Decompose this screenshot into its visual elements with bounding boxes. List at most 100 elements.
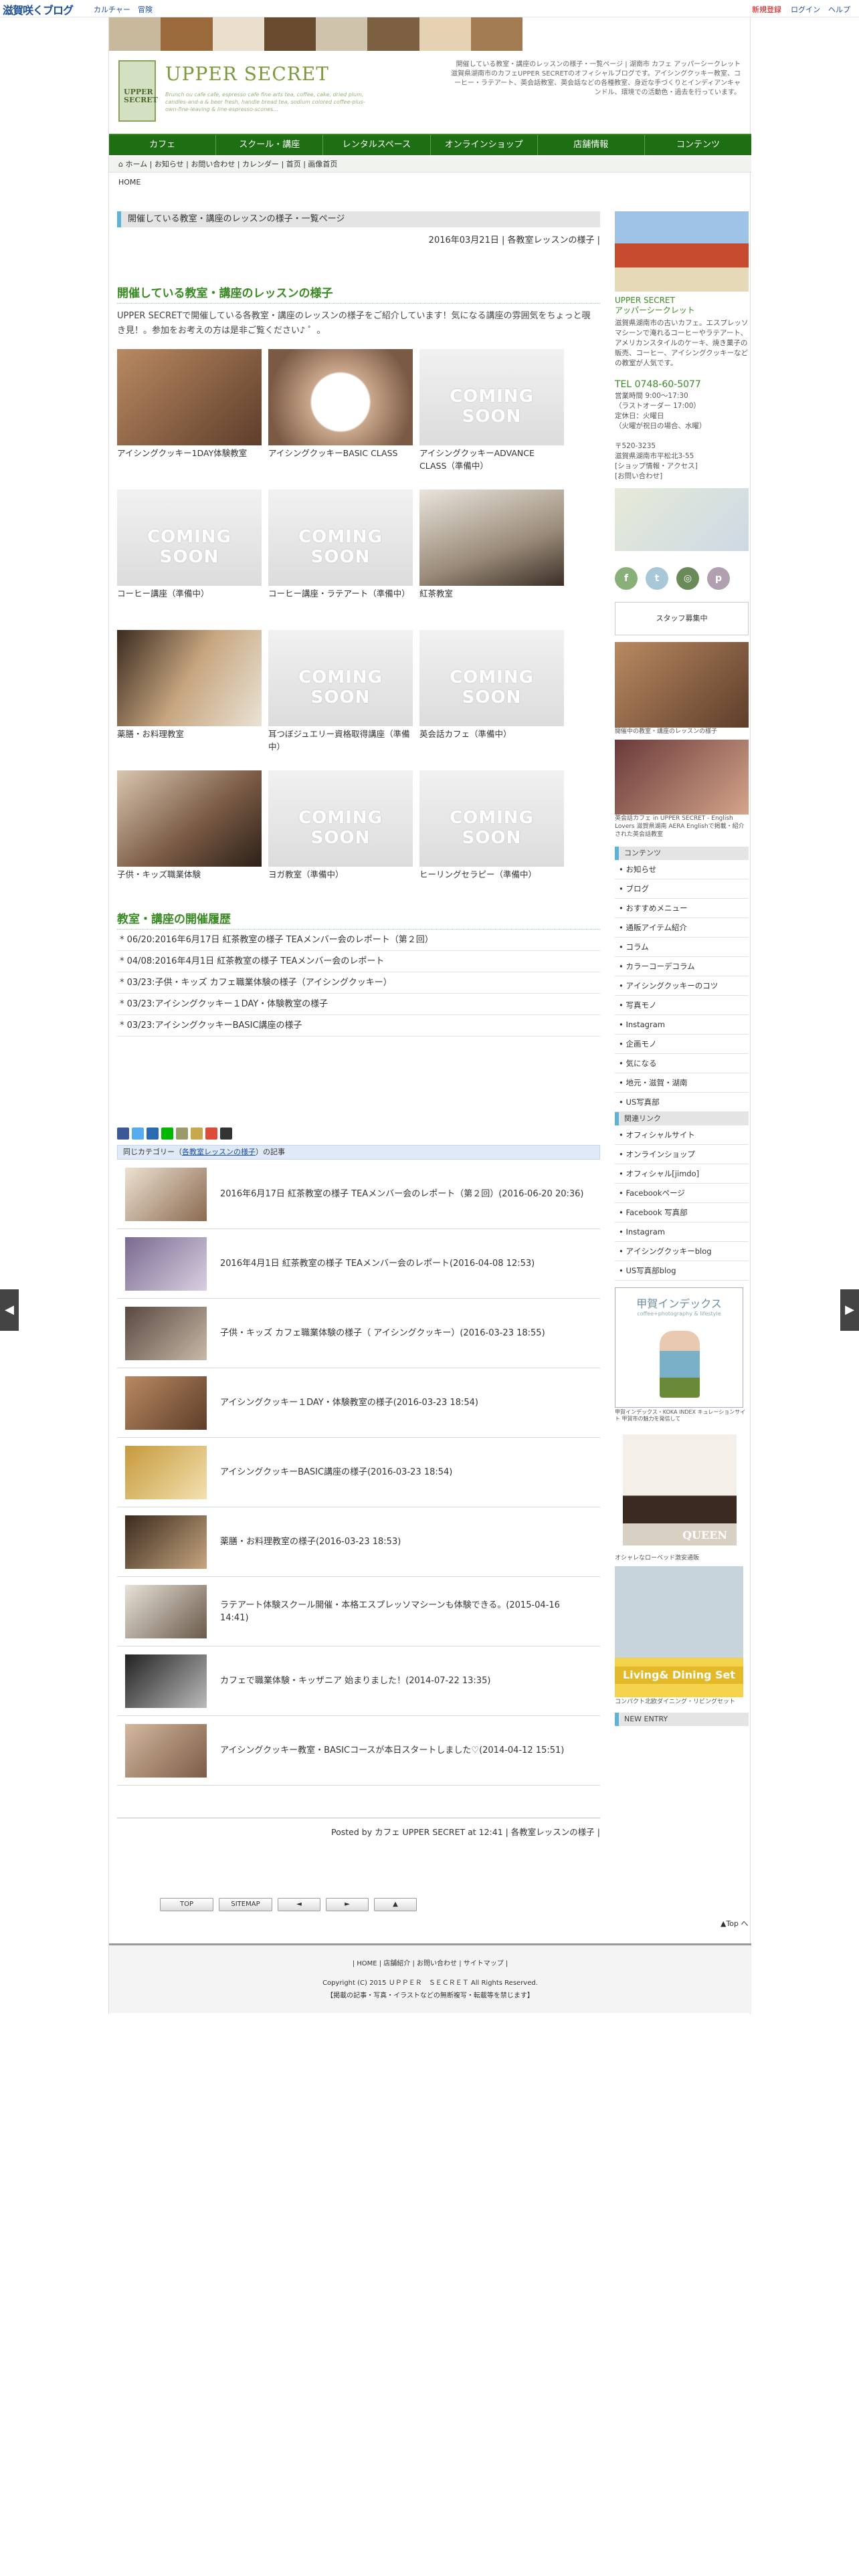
class-card[interactable]: 英会話カフェ（準備中） <box>419 630 564 740</box>
link-item[interactable]: • Facebook 写真部 <box>615 1203 749 1222</box>
related-post-link[interactable]: アイシングクッキーBASIC講座の様子(2016-03-23 18:54) <box>220 1466 589 1479</box>
class-label[interactable]: コーヒー講座（準備中） <box>117 587 262 600</box>
contents-item[interactable]: • 通販アイテム紹介 <box>615 918 749 938</box>
related-thumb[interactable] <box>125 1515 207 1569</box>
shop-tel[interactable]: TEL 0748-60-5077 <box>615 379 749 390</box>
related-post-link[interactable]: カフェで職業体験・キッザニア 始まりました！(2014-07-22 13:35) <box>220 1675 589 1687</box>
contents-item[interactable]: • 写真モノ <box>615 996 749 1015</box>
related-thumb[interactable] <box>125 1445 207 1499</box>
related-post-link[interactable]: 2016年6月17日 紅茶教室の様子 TEAメンバー会のレポート（第２回）(20… <box>220 1188 589 1200</box>
related-post-link[interactable]: 子供・キッズ カフェ職業体験の様子（ アイシングクッキー）(2016-03-23… <box>220 1327 589 1339</box>
contents-item[interactable]: • お知らせ <box>615 860 749 879</box>
coming-soon-image[interactable] <box>419 349 564 445</box>
link-item[interactable]: • Facebookページ <box>615 1184 749 1203</box>
contents-item[interactable]: • 企画モノ <box>615 1035 749 1054</box>
footer-links[interactable]: | HOME | 店舗紹介 | お問い合わせ | サイトマップ | <box>109 1957 751 1967</box>
class-card[interactable]: アイシングクッキーADVANCE CLASS（準備中） <box>419 349 564 472</box>
class-label[interactable]: アイシングクッキー1DAY体験教室 <box>117 447 262 459</box>
pinterest-icon[interactable]: p <box>707 567 730 590</box>
related-post[interactable]: 2016年4月1日 紅茶教室の様子 TEAメンバー会のレポート(2016-04-… <box>117 1229 600 1299</box>
related-thumb[interactable] <box>125 1167 207 1221</box>
coming-soon-image[interactable] <box>268 490 413 586</box>
coming-soon-image[interactable] <box>419 630 564 726</box>
link-item[interactable]: • オンラインショップ <box>615 1145 749 1164</box>
pager-sitemap-button[interactable]: SITEMAP <box>219 1898 272 1911</box>
related-post[interactable]: ラテアート体験スクール開催・本格エスプレッソマシーンも体験できる。(2015-0… <box>117 1577 600 1646</box>
pager-prev-button[interactable]: ◄ <box>278 1898 320 1911</box>
nav-cafe[interactable]: カフェ <box>109 135 217 155</box>
related-post-link[interactable]: ラテアート体験スクール開催・本格エスプレッソマシーンも体験できる。(2015-0… <box>220 1599 589 1624</box>
next-arrow-button[interactable]: ▶ <box>840 1289 859 1331</box>
class-card[interactable]: 紅茶教室 <box>419 490 564 600</box>
twitter-icon[interactable]: t <box>646 567 668 590</box>
related-thumb[interactable] <box>125 1376 207 1430</box>
related-post[interactable]: カフェで職業体験・キッザニア 始まりました！(2014-07-22 13:35) <box>117 1646 600 1716</box>
prev-arrow-button[interactable]: ◀ <box>0 1289 19 1331</box>
class-card[interactable]: ヨガ教室（準備中） <box>268 770 413 881</box>
related-post-link[interactable]: アイシングクッキー１DAY・体験教室の様子(2016-03-23 18:54) <box>220 1396 589 1409</box>
koka-index-banner[interactable]: 甲賀インデックス coffee+photography & lifestyle <box>615 1287 743 1408</box>
related-thumb[interactable] <box>125 1584 207 1638</box>
related-thumb[interactable] <box>125 1306 207 1360</box>
related-category-link[interactable]: 各教室レッスンの様子 <box>182 1148 256 1156</box>
related-thumb[interactable] <box>125 1237 207 1291</box>
class-label[interactable]: ヒーリングセラピー（準備中） <box>419 868 564 881</box>
contents-item[interactable]: • ブログ <box>615 879 749 899</box>
related-post[interactable]: アイシングクッキー１DAY・体験教室の様子(2016-03-23 18:54) <box>117 1368 600 1438</box>
hatena-icon[interactable] <box>147 1128 159 1140</box>
coming-soon-image[interactable] <box>268 770 413 867</box>
coming-soon-image[interactable] <box>117 490 262 586</box>
nav-rental-space[interactable]: レンタルスペース <box>323 135 431 155</box>
bed-ad-banner[interactable]: QUEEN <box>623 1434 737 1545</box>
link-item[interactable]: • オフィシャルサイト <box>615 1125 749 1145</box>
twitter-icon[interactable] <box>132 1128 144 1140</box>
pager-up-button[interactable]: ▲ <box>374 1898 417 1911</box>
class-card[interactable]: 薬膳・お料理教室 <box>117 630 262 740</box>
dining-ad-banner[interactable]: Living& Dining Set <box>615 1566 743 1697</box>
related-post[interactable]: 子供・キッズ カフェ職業体験の様子（ アイシングクッキー）(2016-03-23… <box>117 1299 600 1368</box>
google-plus-icon[interactable] <box>205 1128 217 1140</box>
site-logo-icon[interactable]: UPPER SECRET <box>118 60 158 122</box>
related-thumb[interactable] <box>125 1723 207 1778</box>
english-cafe-banner[interactable] <box>615 740 749 815</box>
instagram-icon[interactable]: ◎ <box>676 567 699 590</box>
site-title[interactable]: UPPER SECRET <box>165 63 329 85</box>
class-label[interactable]: 薬膳・お料理教室 <box>117 728 262 740</box>
class-label[interactable]: 子供・キッズ職業体験 <box>117 868 262 881</box>
class-photo[interactable] <box>117 770 262 867</box>
contents-item[interactable]: • US写真部 <box>615 1093 749 1112</box>
class-label[interactable]: 耳つぼジュエリー資格取得講座（準備中） <box>268 728 413 753</box>
history-item[interactable]: * 03/23:子供・キッズ カフェ職業体験の様子（アイシングクッキー） <box>117 972 600 994</box>
evernote-icon[interactable] <box>191 1128 203 1140</box>
class-card[interactable]: ヒーリングセラピー（準備中） <box>419 770 564 881</box>
home-icon[interactable]: ⌂ <box>118 160 123 169</box>
breadcrumb[interactable]: HOME <box>118 178 140 187</box>
related-post-link[interactable]: アイシングクッキー教室・BASICコースが本日スタートしました♡(2014-04… <box>220 1744 589 1757</box>
nav-contents[interactable]: コンテンツ <box>645 135 751 155</box>
history-item[interactable]: * 06/20:2016年6月17日 紅茶教室の様子 TEAメンバー会のレポート… <box>117 930 600 951</box>
related-post[interactable]: アイシングクッキーBASIC講座の様子(2016-03-23 18:54) <box>117 1438 600 1507</box>
class-label[interactable]: コーヒー講座・ラテアート（準備中） <box>268 587 413 600</box>
link-item[interactable]: • オフィシャル[jimdo] <box>615 1164 749 1184</box>
contents-item[interactable]: • 地元・滋賀・湖南 <box>615 1073 749 1093</box>
contents-item[interactable]: • 気になる <box>615 1054 749 1073</box>
contents-item[interactable]: • カラーコーデコラム <box>615 957 749 976</box>
related-post[interactable]: アイシングクッキー教室・BASICコースが本日スタートしました♡(2014-04… <box>117 1716 600 1786</box>
coming-soon-image[interactable] <box>268 630 413 726</box>
history-item[interactable]: * 03/23:アイシングクッキー１DAY・体験教室の様子 <box>117 994 600 1015</box>
back-to-top-link[interactable]: ▲Top へ <box>721 1918 749 1929</box>
coming-soon-image[interactable] <box>419 770 564 867</box>
line-icon[interactable] <box>161 1128 173 1140</box>
contents-item[interactable]: • Instagram <box>615 1015 749 1035</box>
contents-item[interactable]: • アイシングクッキーのコツ <box>615 976 749 996</box>
pager-top-button[interactable]: TOP <box>160 1898 213 1911</box>
class-card[interactable]: アイシングクッキーBASIC CLASS <box>268 349 413 459</box>
nav-online-shop[interactable]: オンラインショップ <box>431 135 538 155</box>
pager-next-button[interactable]: ► <box>326 1898 369 1911</box>
related-post[interactable]: 2016年6月17日 紅茶教室の様子 TEAメンバー会のレポート（第２回）(20… <box>117 1160 600 1229</box>
login-link[interactable]: ログイン <box>791 4 820 15</box>
class-label[interactable]: アイシングクッキーBASIC CLASS <box>268 447 413 459</box>
class-label[interactable]: アイシングクッキーADVANCE CLASS（準備中） <box>419 447 564 472</box>
history-item[interactable]: * 03/23:アイシングクッキーBASIC講座の様子 <box>117 1015 600 1037</box>
bookmark-icon[interactable] <box>220 1128 232 1140</box>
